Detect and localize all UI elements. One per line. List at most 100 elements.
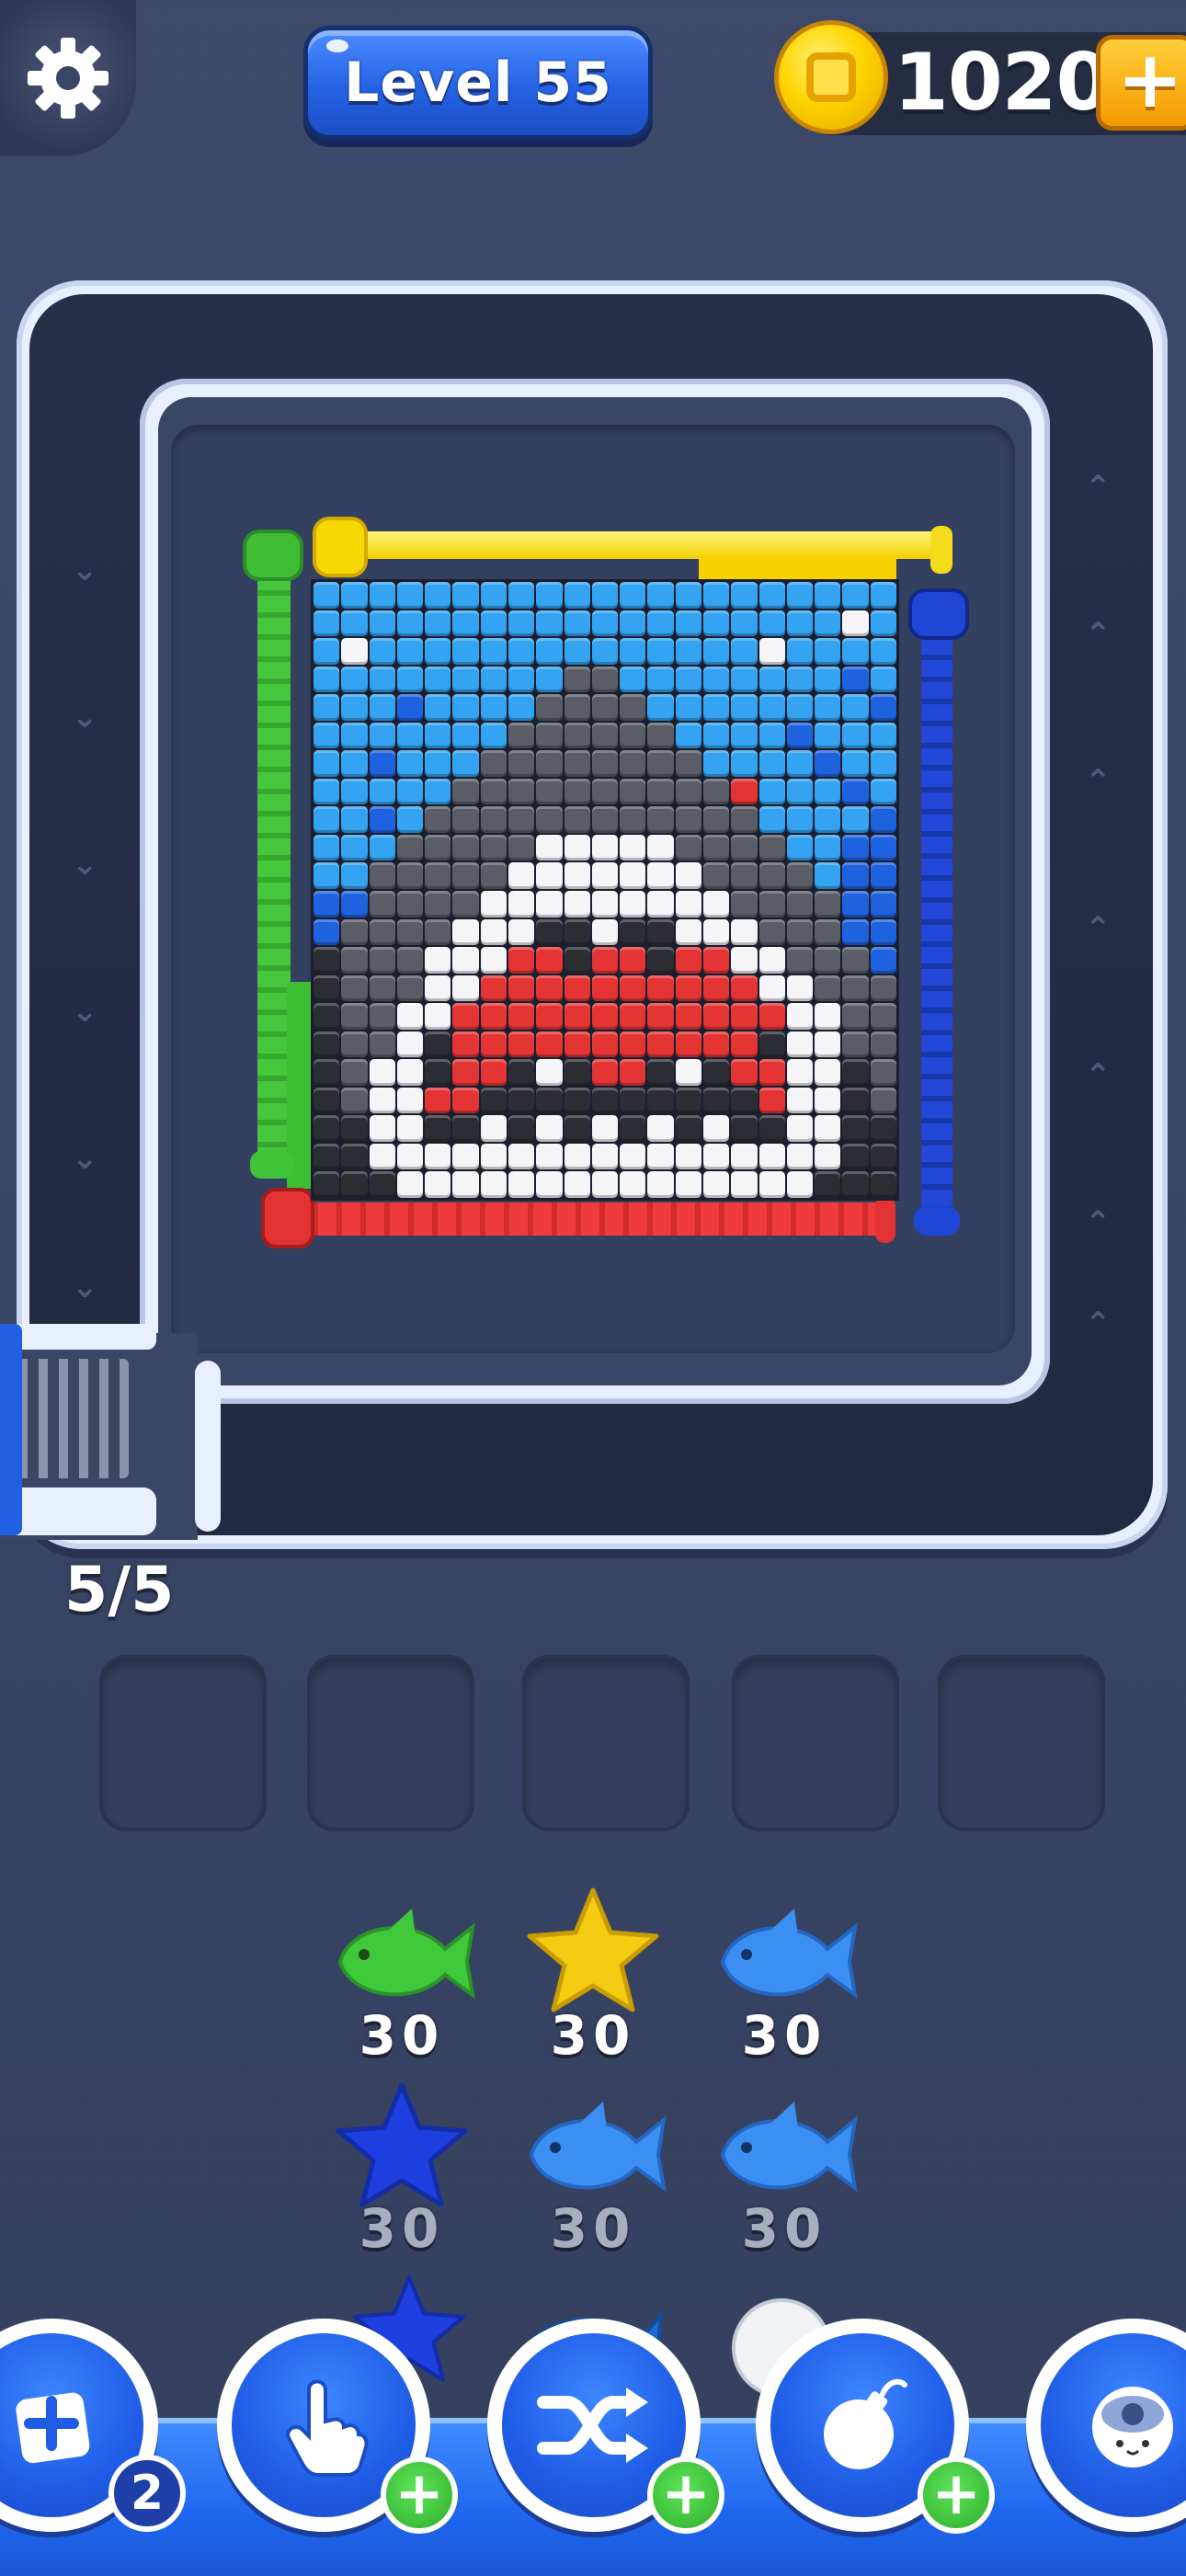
pixel-cell [758, 1031, 785, 1058]
blue-fish-piece[interactable] [515, 2096, 671, 2206]
pixel-cell [842, 918, 869, 946]
shuffle-plus-badge[interactable]: + [647, 2456, 724, 2534]
pixel-cell [786, 1031, 814, 1058]
pixel-cell [758, 918, 785, 946]
pixel-cell [396, 610, 424, 637]
pixel-cell [703, 834, 730, 861]
pixel-cell [508, 778, 535, 805]
pixel-cell [647, 1115, 674, 1142]
green-rail-end [250, 1151, 294, 1179]
pixel-cell [480, 947, 507, 974]
pixel-cell [536, 638, 563, 665]
hand-tool-plus-badge[interactable]: + [381, 2456, 458, 2534]
pixel-cell [341, 694, 368, 721]
pixel-cell [536, 666, 563, 693]
pixel-cell [564, 722, 590, 749]
pixel-cell [620, 778, 646, 805]
pixel-cell [452, 862, 479, 889]
pixel-cell [703, 862, 730, 889]
pixel-cell [675, 806, 701, 833]
pixel-cell [508, 610, 535, 637]
pixel-cell [341, 722, 368, 749]
pixel-cell [369, 694, 395, 721]
pixel-cell [536, 947, 563, 974]
pixel-cell [564, 806, 590, 833]
pixel-cell [452, 806, 479, 833]
pixel-cell [369, 1003, 395, 1030]
pixel-cell [536, 694, 563, 721]
pixel-cell [396, 694, 424, 721]
pixel-cell [341, 1143, 368, 1170]
add-coins-button[interactable]: + [1096, 35, 1186, 131]
pixel-cell [564, 862, 590, 889]
pixel-cell [842, 947, 869, 974]
tray-slot[interactable] [522, 1655, 690, 1831]
pixel-cell [815, 722, 841, 749]
pixel-cell [425, 890, 451, 918]
blue-fish-piece[interactable] [706, 1903, 862, 2013]
pixel-cell [647, 1003, 674, 1030]
pixel-cell [564, 975, 590, 1002]
pixel-cell [508, 1059, 535, 1086]
coin-count: 1020 [894, 37, 1111, 129]
pixel-cell [341, 834, 368, 861]
pixel-cell [842, 1059, 869, 1086]
tray-slot[interactable] [938, 1655, 1105, 1831]
pixel-cell [731, 1171, 758, 1198]
pixel-cell [870, 862, 896, 889]
yellow-rail-end [930, 526, 952, 574]
pixel-cell [480, 1171, 507, 1198]
pixel-cell [675, 1171, 701, 1198]
yellow-star-piece[interactable] [515, 1885, 671, 2013]
tray-slot[interactable] [307, 1655, 474, 1831]
pixel-cell [815, 975, 841, 1002]
pixel-cell [703, 582, 730, 609]
pixel-cell [620, 1031, 646, 1058]
pixel-cell [452, 666, 479, 693]
pixel-cell [369, 975, 395, 1002]
pixel-cell [425, 638, 451, 665]
pixel-cell [536, 1143, 563, 1170]
pixel-cell [314, 834, 340, 861]
coin-icon [774, 20, 888, 134]
pixel-cell [508, 806, 535, 833]
pixel-cell [480, 1143, 507, 1170]
pixel-cell [452, 722, 479, 749]
pixel-cell [675, 638, 701, 665]
pixel-cell [675, 694, 701, 721]
pixel-cell [815, 1059, 841, 1086]
pixel-cell [314, 1115, 340, 1142]
bomb-plus-badge[interactable]: + [918, 2456, 995, 2534]
green-fish-piece[interactable] [324, 1903, 480, 2013]
pixel-cell [591, 694, 619, 721]
pixel-cell [731, 1003, 758, 1030]
pixel-cell [786, 1003, 814, 1030]
settings-button[interactable] [0, 0, 136, 156]
blue-rail-end [914, 1206, 960, 1236]
pixel-cell [647, 1171, 674, 1198]
pixel-cell [703, 890, 730, 918]
pixel-cell [314, 666, 340, 693]
pixel-cell [842, 862, 869, 889]
tray-slot[interactable] [732, 1655, 899, 1831]
pixel-cell [369, 666, 395, 693]
blue-star-piece[interactable] [324, 2080, 480, 2208]
pixel-cell [591, 947, 619, 974]
entry-gate [18, 1359, 129, 1478]
pixel-cell [675, 778, 701, 805]
pixel-cell [536, 582, 563, 609]
pixel-cell [870, 834, 896, 861]
pixel-cell [870, 1171, 896, 1198]
pixel-cell [786, 806, 814, 833]
pixel-cell [758, 778, 785, 805]
blue-fish-piece[interactable] [706, 2096, 862, 2206]
pixel-cell [480, 1115, 507, 1142]
gear-icon [28, 38, 108, 119]
pixel-art-board [311, 579, 899, 1201]
pixel-cell [508, 1087, 535, 1114]
pixel-cell [564, 582, 590, 609]
pixel-cell [647, 834, 674, 861]
tray-slot[interactable] [99, 1655, 267, 1831]
pixel-cell [647, 610, 674, 637]
pixel-cell [675, 582, 701, 609]
